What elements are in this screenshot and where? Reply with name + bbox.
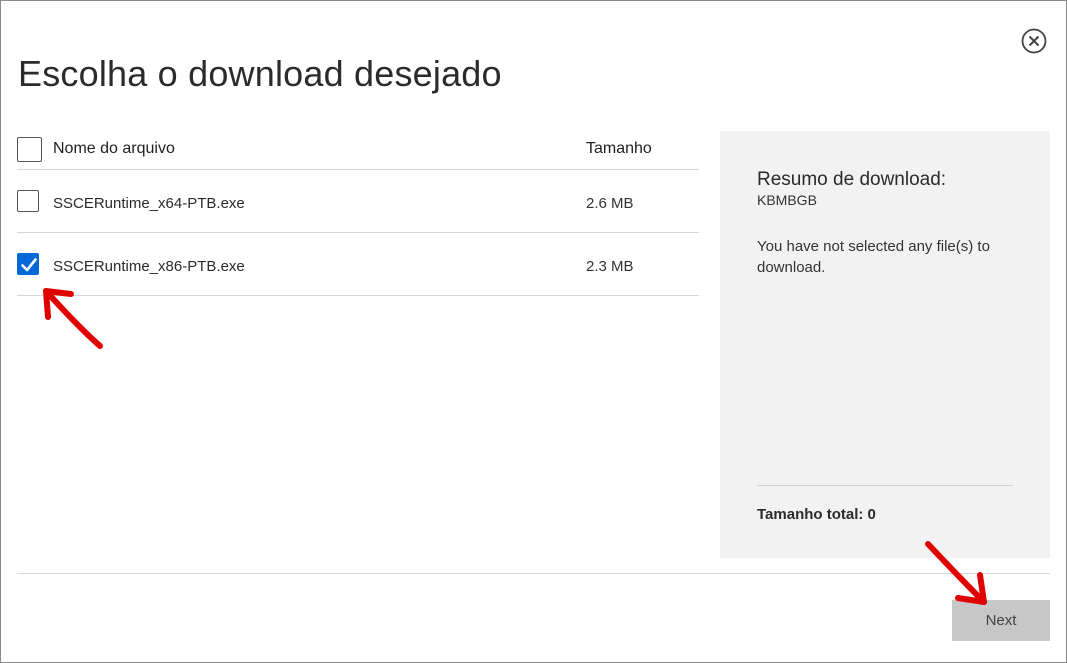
close-icon[interactable]	[1021, 28, 1047, 54]
download-dialog: Escolha o download desejado Nome do arqu…	[0, 0, 1067, 663]
file-checkbox-x86[interactable]	[17, 253, 39, 275]
column-header-name: Nome do arquivo	[53, 140, 175, 157]
file-table: Nome do arquivo Tamanho SSCERuntime_x64-…	[17, 131, 699, 296]
next-button[interactable]: Next	[952, 600, 1050, 641]
file-size: 2.6 MB	[586, 195, 634, 212]
summary-message: You have not selected any file(s) to dow…	[757, 238, 990, 276]
summary-title: Resumo de download:	[757, 169, 947, 190]
summary-total-size: Tamanho total: 0	[757, 506, 876, 523]
file-name: SSCERuntime_x64-PTB.exe	[53, 195, 245, 212]
file-name: SSCERuntime_x86-PTB.exe	[53, 258, 245, 275]
table-row: SSCERuntime_x64-PTB.exe 2.6 MB	[17, 170, 699, 233]
checkmark-icon	[21, 258, 37, 272]
summary-divider	[757, 485, 1013, 486]
file-checkbox-x64[interactable]	[17, 190, 39, 212]
column-header-size: Tamanho	[586, 140, 652, 157]
footer-divider	[17, 573, 1050, 574]
table-row: SSCERuntime_x86-PTB.exe 2.3 MB	[17, 233, 699, 296]
file-size: 2.3 MB	[586, 258, 634, 275]
download-summary-panel: Resumo de download: KBMBGB You have not …	[720, 131, 1050, 558]
table-header: Nome do arquivo Tamanho	[17, 131, 699, 170]
select-all-checkbox[interactable]	[17, 137, 42, 162]
summary-kb-label: KBMBGB	[757, 192, 817, 208]
page-title: Escolha o download desejado	[18, 53, 502, 94]
